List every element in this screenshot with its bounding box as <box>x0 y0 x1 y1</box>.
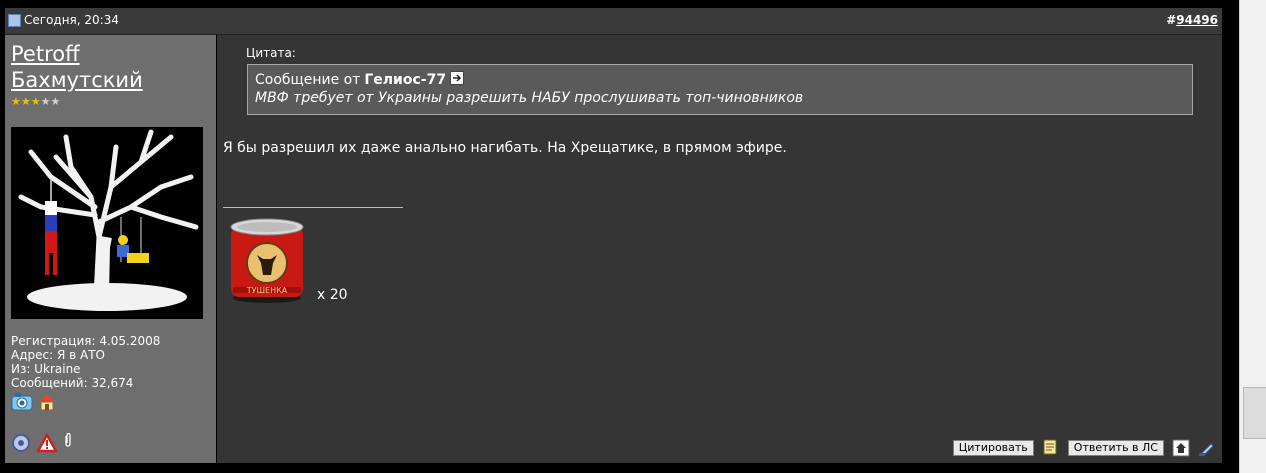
post-buttons: Цитировать Ответить в ЛС <box>952 439 1216 457</box>
quote-button[interactable]: Цитировать <box>952 440 1034 456</box>
quote-source: Сообщение от Гелиос-77 <box>255 71 465 89</box>
forum-post: Сегодня, 20:34 #94496 Petroff Бахмутский… <box>5 8 1222 463</box>
quote-author: Гелиос-77 <box>364 72 447 88</box>
user-info: Регистрация: 4.05.2008 Адрес: Я в АТО Из: … <box>11 334 160 390</box>
quote-box: Сообщение от Гелиос-77 МВФ требует от Ук… <box>247 64 1193 115</box>
post-header: Сегодня, 20:34 #94496 <box>5 8 1222 35</box>
go-top-icon[interactable] <box>1172 439 1190 457</box>
post-number[interactable]: #94496 <box>1166 13 1218 27</box>
rating-star-filled: ★ <box>11 95 21 108</box>
reply-pm-button[interactable]: Ответить в ЛС <box>1067 440 1164 456</box>
post-permalink[interactable]: 94496 <box>1176 13 1218 27</box>
post-number-prefix: # <box>1166 13 1177 27</box>
status-icons <box>11 432 73 453</box>
offline-status-icon <box>11 433 30 452</box>
post-icon <box>8 13 21 27</box>
rating-star-empty: ★ <box>50 95 61 108</box>
edit-icon[interactable] <box>1198 439 1216 457</box>
user-info-line: Из: Ukraine <box>11 362 81 376</box>
attachment-icon <box>63 432 73 452</box>
user-rating: ★★★★★ <box>11 95 60 108</box>
avatar-image <box>11 127 203 319</box>
quote-text: МВФ требует от Украины разрешить НАБУ пр… <box>255 90 804 106</box>
rating-star-filled: ★ <box>20 95 31 108</box>
post-date-text: Сегодня, 20:34 <box>24 13 119 27</box>
multi-quote-icon[interactable] <box>1042 439 1060 457</box>
user-info-line: Адрес: Я в АТО <box>11 348 105 362</box>
username-link[interactable]: Petroff Бахмутский <box>11 41 211 93</box>
can-label: ТУШЕНКА <box>246 286 288 295</box>
quote-source-prefix: Сообщение от <box>255 72 361 88</box>
message-text: Я бы разрешил их даже анально нагибать. … <box>223 140 787 156</box>
user-info-line: Регистрация: 4.05.2008 <box>11 334 161 348</box>
photo-album-icon[interactable] <box>11 392 33 411</box>
signature-divider <box>223 207 403 208</box>
post-content: Цитата: Сообщение от Гелиос-77 МВФ требу… <box>217 35 1222 463</box>
avatar <box>11 127 203 319</box>
page-scrollbar[interactable] <box>1239 0 1266 473</box>
report-warning-icon[interactable] <box>35 432 59 453</box>
user-info-line: Сообщений: 32,674 <box>11 376 134 390</box>
home-icon[interactable] <box>37 392 55 411</box>
quote-label: Цитата: <box>246 46 296 60</box>
rating-star-empty: ★ <box>40 95 51 108</box>
scrollbar-thumb[interactable] <box>1243 387 1266 439</box>
post-date: Сегодня, 20:34 <box>8 13 119 27</box>
signature-image: ТУШЕНКА <box>227 215 309 309</box>
view-post-icon[interactable] <box>450 71 465 89</box>
signature-multiplier: x 20 <box>317 287 348 303</box>
user-icons <box>11 392 55 411</box>
user-sidebar: Petroff Бахмутский ★★★★★ Регистрация: 4.… <box>5 35 216 463</box>
rating-star-filled: ★ <box>30 95 41 108</box>
